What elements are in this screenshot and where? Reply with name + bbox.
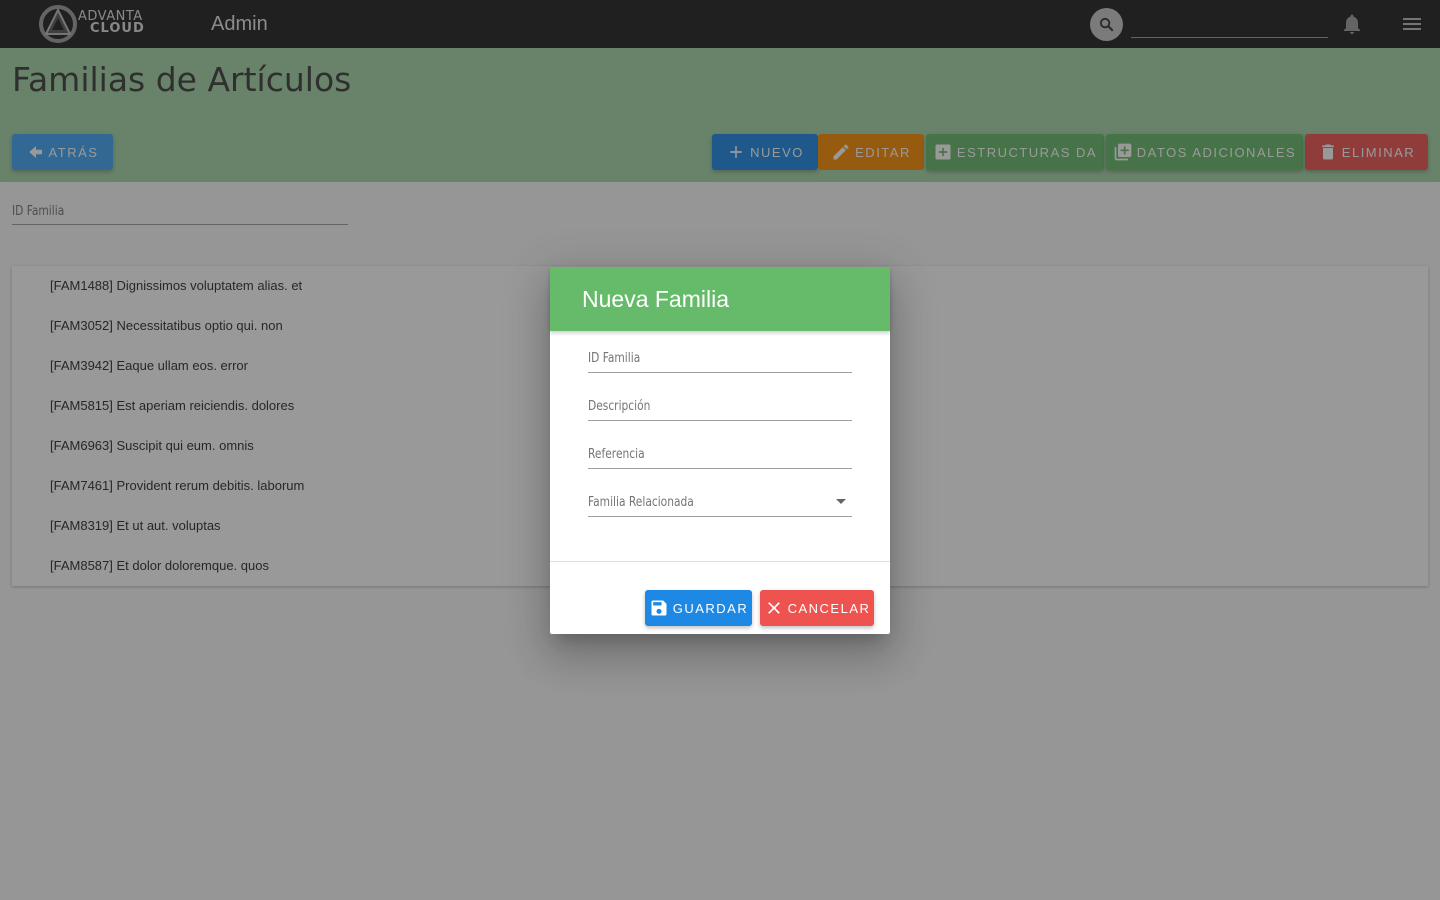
description-label: Descripción: [588, 399, 651, 414]
chevron-down-icon: [836, 499, 846, 504]
cancel-button[interactable]: Cancelar: [760, 590, 874, 626]
cancel-button-label: Cancelar: [787, 600, 871, 616]
save-button[interactable]: Guardar: [645, 590, 752, 626]
reference-label: Referencia: [588, 447, 645, 462]
dialog-header: Nueva Familia: [550, 267, 890, 331]
dialog-divider: [550, 561, 890, 562]
id-family-field[interactable]: ID Familia: [588, 343, 852, 373]
floppy-disk-icon: [651, 600, 667, 616]
related-family-select[interactable]: Familia Relacionada: [588, 487, 852, 517]
new-family-dialog: Nueva Familia ID Familia Descripción Ref…: [550, 267, 890, 634]
reference-field[interactable]: Referencia: [588, 439, 852, 469]
description-field[interactable]: Descripción: [588, 391, 852, 421]
save-button-label: Guardar: [672, 600, 749, 616]
id-family-label: ID Familia: [588, 351, 641, 366]
related-family-label: Familia Relacionada: [588, 495, 694, 510]
close-icon: [767, 602, 780, 614]
dialog-title: Nueva Familia: [582, 286, 729, 312]
